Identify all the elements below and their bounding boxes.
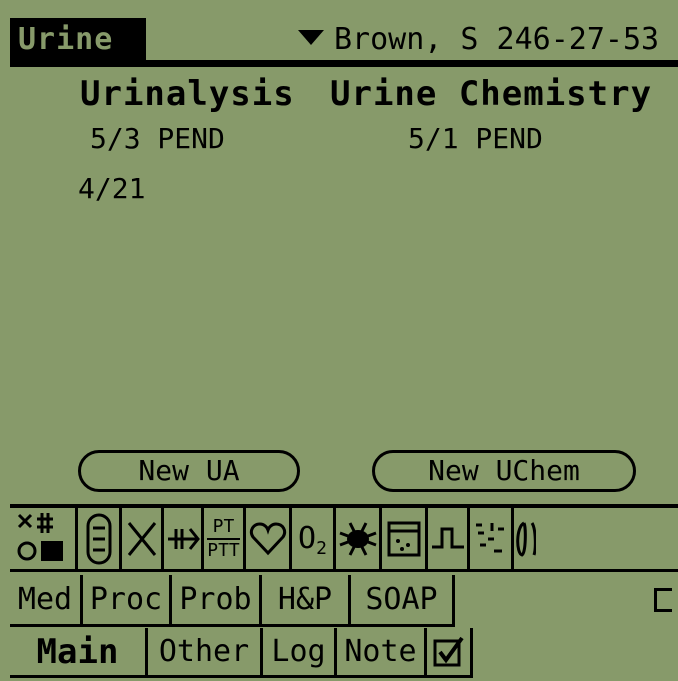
- tab-other[interactable]: Other: [148, 628, 263, 675]
- new-ua-button[interactable]: New UA: [78, 450, 300, 492]
- tab-proc[interactable]: Proc: [83, 575, 172, 624]
- tab-main[interactable]: Main: [10, 628, 148, 675]
- capsule-icon[interactable]: [78, 508, 122, 569]
- tab-med[interactable]: Med: [10, 575, 83, 624]
- checkbox-icon[interactable]: [427, 628, 473, 675]
- tab-prob[interactable]: Prob: [172, 575, 262, 624]
- pt-label: PT: [212, 515, 235, 537]
- main-tab-row: Main Other Log Note: [10, 628, 473, 678]
- cross-icon[interactable]: [122, 508, 164, 569]
- tab-soap[interactable]: SOAP: [351, 575, 455, 624]
- heart-icon[interactable]: [246, 508, 292, 569]
- app-title[interactable]: Urine: [10, 18, 146, 62]
- dropdown-triangle-icon: [298, 30, 324, 45]
- peak-icon[interactable]: [428, 508, 470, 569]
- arrows-icon[interactable]: [164, 508, 204, 569]
- hematology-icon[interactable]: [10, 508, 78, 569]
- tab-note[interactable]: Note: [337, 628, 427, 675]
- scatter-icon[interactable]: [470, 508, 514, 569]
- urinalysis-heading: Urinalysis: [80, 74, 295, 114]
- urine-chemistry-result-1[interactable]: 5/1 PEND: [408, 122, 543, 155]
- lungs-icon[interactable]: [514, 508, 538, 569]
- device-screen: Urine Brown, S 246-27-53 Urinalysis Urin…: [0, 0, 678, 681]
- o2-letter: O: [298, 521, 317, 556]
- patient-name: Brown, S 246-27-53: [334, 22, 660, 57]
- urine-chemistry-heading: Urine Chemistry: [330, 74, 653, 114]
- urinalysis-result-1[interactable]: 5/3 PEND: [90, 122, 225, 155]
- tab-hp[interactable]: H&P: [262, 575, 351, 624]
- module-icon-toolbar: PT PTT O2: [10, 504, 678, 572]
- pt-ptt-icon[interactable]: PT PTT: [204, 508, 246, 569]
- tab-log[interactable]: Log: [263, 628, 337, 675]
- new-uchem-button[interactable]: New UChem: [372, 450, 636, 492]
- o2-icon[interactable]: O2: [292, 508, 336, 569]
- bug-icon[interactable]: [336, 508, 382, 569]
- note-page-icon[interactable]: [654, 588, 672, 612]
- patient-selector[interactable]: Brown, S 246-27-53: [298, 18, 659, 62]
- o2-subscript: 2: [316, 538, 327, 559]
- urine-cup-icon[interactable]: [382, 508, 428, 569]
- ptt-label: PTT: [207, 537, 240, 561]
- section-tab-row: Med Proc Prob H&P SOAP: [10, 575, 455, 627]
- urinalysis-result-2[interactable]: 4/21: [78, 172, 145, 205]
